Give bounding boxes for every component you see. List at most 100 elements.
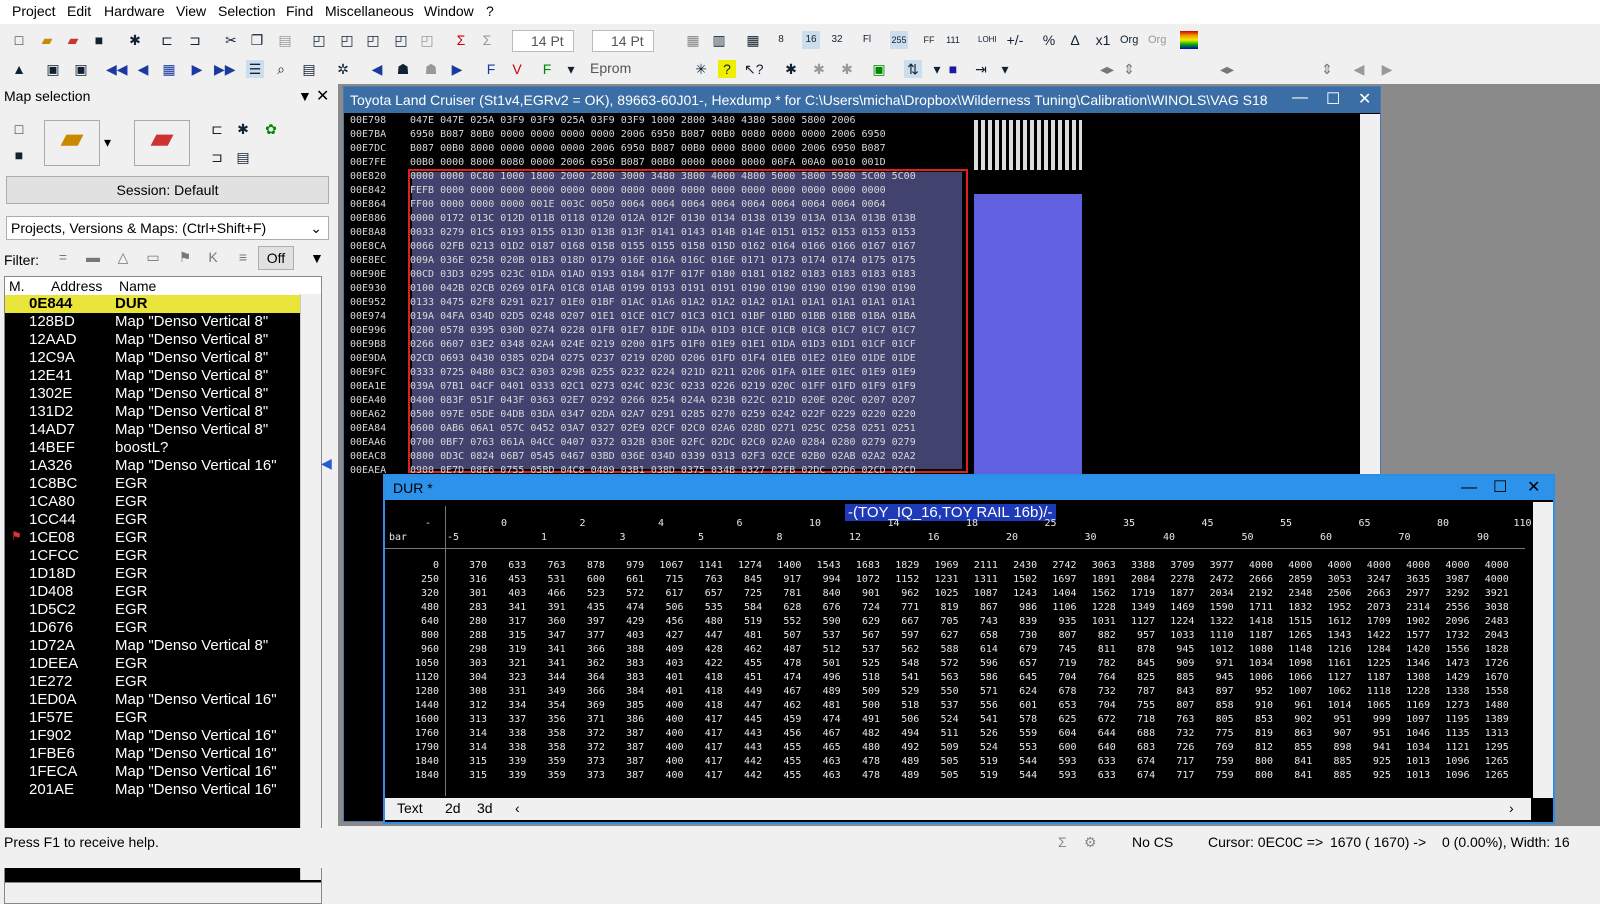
tool-icon[interactable]: ▤ xyxy=(234,148,252,166)
close-icon[interactable]: ✕ xyxy=(316,86,329,106)
list-icon[interactable]: ☰ xyxy=(246,60,264,78)
filter-icon[interactable]: ▭ xyxy=(144,248,162,266)
tool-icon[interactable]: ✱ xyxy=(782,60,800,78)
copy-icon[interactable]: ❐ xyxy=(248,31,266,49)
chevron-down-icon[interactable]: ▾ xyxy=(996,60,1014,78)
hex-row[interactable]: 00E7DC B087 00B0 8000 0000 0000 0000 2006… xyxy=(344,142,974,156)
tool-icon[interactable]: ☗ xyxy=(394,60,412,78)
filter-icon[interactable]: ≡ xyxy=(234,248,252,266)
next-icon[interactable]: ▶ xyxy=(188,60,206,78)
hex-row[interactable]: 00EA1E 039A 07B1 04CF 0401 0333 02C1 0273… xyxy=(344,380,974,394)
web-icon[interactable]: ✿ xyxy=(262,120,280,138)
minimize-icon[interactable]: — xyxy=(1461,476,1477,500)
paste-icon[interactable]: ▤ xyxy=(276,31,294,49)
float-icon[interactable]: Fl xyxy=(858,31,876,49)
chevron-down-icon[interactable]: ▼ xyxy=(298,88,312,104)
delta-icon[interactable]: Δ xyxy=(1066,31,1084,49)
spin-icon[interactable]: ⇕ xyxy=(1120,60,1138,78)
map-list-item[interactable]: 1C8BC EGR xyxy=(5,475,321,493)
import-icon[interactable]: ⊏ xyxy=(208,120,226,138)
close-icon[interactable]: ✕ xyxy=(1527,476,1540,500)
vertical-scrollbar[interactable] xyxy=(1533,502,1553,798)
tool-icon[interactable]: ◂▸ xyxy=(1098,60,1116,78)
hex-row[interactable]: 00E8CA 0066 02FB 0213 01D2 0187 0168 015B… xyxy=(344,240,974,254)
map-list-item[interactable]: 1CC44 EGR xyxy=(5,511,321,529)
view-icon[interactable]: ▦ xyxy=(744,31,762,49)
map-list-item[interactable]: 1DEEA EGR xyxy=(5,655,321,673)
cut-icon[interactable]: ✂ xyxy=(222,31,240,49)
close-icon[interactable]: ✕ xyxy=(1358,89,1371,109)
map-list-item[interactable]: 1D18D EGR xyxy=(5,565,321,583)
orig-icon[interactable]: Org xyxy=(1120,31,1138,49)
hex-row[interactable]: 00EA40 0400 083F 051F 043F 0363 02E7 0292… xyxy=(344,394,974,408)
map-list-item[interactable]: 1F57E EGR xyxy=(5,709,321,727)
menu-view[interactable]: View xyxy=(176,3,206,19)
minimize-icon[interactable]: — xyxy=(1292,89,1308,107)
new-file-icon[interactable]: □ xyxy=(10,120,28,138)
hex-row[interactable]: 00EAA6 0700 0BF7 0763 061A 04CC 0407 0372… xyxy=(344,436,974,450)
collapse-arrow-icon[interactable]: ◀ xyxy=(321,455,332,479)
open-folder-icon[interactable]: ▰ xyxy=(38,31,56,49)
window-icon[interactable]: ▣ xyxy=(44,60,62,78)
tool-icon[interactable]: ☗ xyxy=(422,60,440,78)
16bit-icon[interactable]: 16 xyxy=(802,31,820,49)
view-icon[interactable]: ▦ xyxy=(684,31,702,49)
hex-row[interactable]: 00E7BA 6950 B087 80B0 0000 0000 0000 0000… xyxy=(344,128,974,142)
tool-icon[interactable]: ⇅ xyxy=(904,60,922,78)
scroll-left-icon[interactable]: ‹ xyxy=(515,800,520,816)
window-icon[interactable]: ▣ xyxy=(72,60,90,78)
filter-icon[interactable]: = xyxy=(54,248,72,266)
scroll-right-icon[interactable]: › xyxy=(1509,800,1514,816)
spin-icon[interactable]: ⇕ xyxy=(1318,60,1336,78)
menu-find[interactable]: Find xyxy=(286,3,313,19)
filter-icon[interactable]: △ xyxy=(114,248,132,266)
menu-edit[interactable]: Edit xyxy=(67,3,91,19)
map-list-item[interactable]: 1D408 EGR xyxy=(5,583,321,601)
vertical-scrollbar[interactable] xyxy=(1360,114,1380,474)
open-project-icon[interactable]: ▰ xyxy=(64,31,82,49)
first-icon[interactable]: ◀◀ xyxy=(106,60,128,78)
hex-row[interactable]: 00E842 FEFB 0000 0000 0000 0000 0000 0000… xyxy=(344,184,974,198)
tool-icon[interactable]: ✲ xyxy=(334,60,352,78)
hex-row[interactable]: 00E996 0200 0578 0395 030D 0274 0228 01FB… xyxy=(344,324,974,338)
open-project-icon[interactable]: ▰ xyxy=(134,120,190,166)
tool-icon[interactable]: ▣ xyxy=(870,60,888,78)
map-list-item[interactable]: 1CA80 EGR xyxy=(5,493,321,511)
binary-icon[interactable]: 111 xyxy=(944,31,962,49)
map-list-item[interactable]: 1E272 EGR xyxy=(5,673,321,691)
font-size-field-1[interactable]: 14 Pt xyxy=(512,30,574,52)
chevron-down-icon[interactable]: ▾ xyxy=(562,60,580,78)
sum-check-icon[interactable]: Σ xyxy=(452,31,470,49)
window-icon[interactable]: ◰ xyxy=(338,31,356,49)
hex-row[interactable]: 00EAC8 0800 0D3C 0824 06B7 0545 0467 03BD… xyxy=(344,450,974,464)
filter-icon[interactable]: ⚑ xyxy=(176,248,194,266)
chevron-down-icon[interactable]: ▼ xyxy=(310,250,324,266)
projects-combo[interactable]: Projects, Versions & Maps: (Ctrl+Shift+F… xyxy=(6,216,329,240)
last-icon[interactable]: ▶▶ xyxy=(214,60,236,78)
hex-row[interactable]: 00E798 047E 047E 025A 03F9 03F9 025A 03F9… xyxy=(344,114,974,128)
filter-icon[interactable]: K xyxy=(204,248,222,266)
menu-miscellaneous[interactable]: Miscellaneous xyxy=(325,3,414,19)
open-folder-icon[interactable]: ▰ xyxy=(44,120,100,166)
tab-2d[interactable]: 2d xyxy=(445,800,461,816)
session-button[interactable]: Session: Default xyxy=(6,176,329,204)
maximize-icon[interactable]: ☐ xyxy=(1326,89,1340,109)
back-icon[interactable]: ◀ xyxy=(1350,60,1368,78)
window-icon[interactable]: ◰ xyxy=(392,31,410,49)
map-list-item[interactable]: 12C9A Map "Denso Vertical 8" xyxy=(5,349,321,367)
export-icon[interactable]: ⊐ xyxy=(208,148,226,166)
horizontal-scrollbar[interactable] xyxy=(4,882,322,904)
vertical-scrollbar[interactable] xyxy=(300,294,321,880)
hex-row[interactable]: 00E8EC 009A 036E 0258 020B 01B3 018D 0179… xyxy=(344,254,974,268)
map-list-item[interactable]: 12AAD Map "Denso Vertical 8" xyxy=(5,331,321,349)
map-graph-view[interactable] xyxy=(974,194,1082,474)
column-header-marker[interactable]: M. xyxy=(9,278,25,294)
map-list-item[interactable]: 14BEF boostL? xyxy=(5,439,321,457)
tool-icon[interactable]: ✱ xyxy=(838,60,856,78)
map-list-item[interactable]: 14AD7 Map "Denso Vertical 8" xyxy=(5,421,321,439)
map-list-item[interactable]: 1D5C2 EGR xyxy=(5,601,321,619)
orig-icon[interactable]: Org xyxy=(1148,31,1166,49)
window-icon[interactable]: ◰ xyxy=(364,31,382,49)
signed-icon[interactable]: +/- xyxy=(1006,31,1024,49)
32bit-icon[interactable]: 32 xyxy=(828,31,846,49)
